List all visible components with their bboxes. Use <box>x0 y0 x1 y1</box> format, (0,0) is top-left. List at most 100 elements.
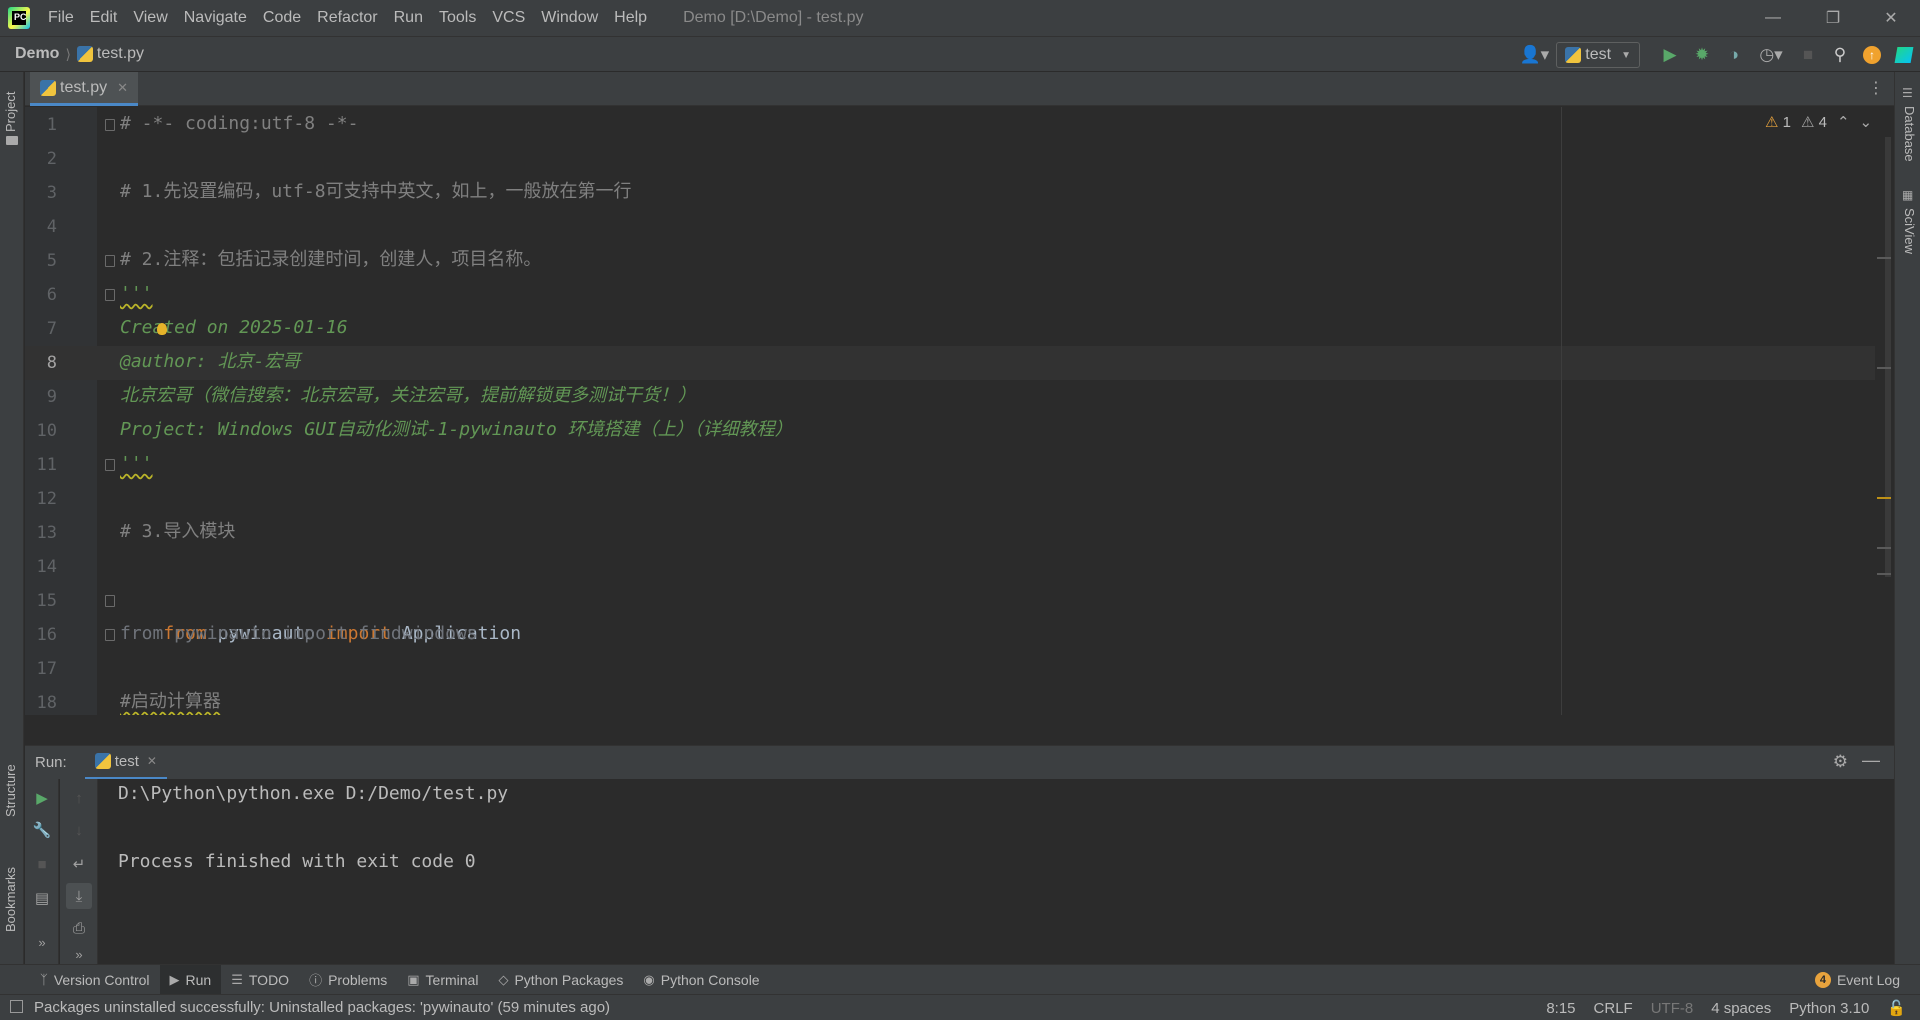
fold-marker-icon[interactable] <box>105 629 115 641</box>
menu-run[interactable]: Run <box>386 0 431 36</box>
toggle-tool-windows-icon[interactable] <box>10 1000 23 1013</box>
sciview-tool-button[interactable]: SciView <box>1902 208 1917 254</box>
down-arrow-icon[interactable]: ↓ <box>66 817 92 843</box>
jetbrains-toolbox-icon[interactable] <box>1888 39 1920 71</box>
layout-icon[interactable]: ▤ <box>29 885 55 911</box>
stripe-marker[interactable] <box>1877 573 1891 575</box>
profile-icon[interactable]: ◷▾ <box>1750 39 1792 71</box>
line-number: 4 <box>46 217 57 237</box>
breadcrumb-file[interactable]: test.py <box>76 45 145 63</box>
menu-file[interactable]: File <box>40 0 82 36</box>
wrench-icon[interactable]: 🔧 <box>29 817 55 843</box>
problems-tool-button[interactable]: ⓘ Problems <box>299 965 397 995</box>
stripe-marker-warning[interactable] <box>1877 497 1891 499</box>
fold-marker-icon[interactable] <box>105 119 115 131</box>
more-vertical-icon[interactable]: ⋮ <box>1868 78 1884 98</box>
fold-marker-icon[interactable] <box>105 459 115 471</box>
menu-navigate[interactable]: Navigate <box>176 0 255 36</box>
stripe-marker[interactable] <box>1877 547 1891 549</box>
caret-position[interactable]: 8:15 <box>1546 1000 1575 1017</box>
stop-icon[interactable]: ■ <box>29 851 55 877</box>
code-line: ''' <box>120 283 153 304</box>
menu-refactor[interactable]: Refactor <box>309 0 385 36</box>
soft-wrap-icon[interactable]: ↵ <box>66 851 92 877</box>
print-icon[interactable]: ⎙ <box>66 915 92 941</box>
code-editor[interactable]: 1 2 3 4 5 6 7 8 9 10 11 12 13 14 15 16 1… <box>25 107 1894 715</box>
version-control-tool-button[interactable]: ᛉ Version Control <box>30 965 160 995</box>
intention-bulb-icon[interactable] <box>157 323 167 335</box>
python-console-tool-button[interactable]: ◉ Python Console <box>633 965 769 995</box>
project-tool-button[interactable]: Project <box>3 92 18 132</box>
indent-setting[interactable]: 4 spaces <box>1711 1000 1771 1017</box>
run-icon[interactable]: ▶ <box>1654 39 1686 71</box>
tool-label: Python Packages <box>514 971 624 988</box>
fold-marker-icon[interactable] <box>105 289 115 301</box>
breadcrumb-project[interactable]: Demo <box>15 45 59 63</box>
tab-close-icon[interactable]: ✕ <box>117 80 128 96</box>
error-count[interactable]: ⚠ 1 <box>1765 113 1791 131</box>
debug-icon[interactable]: ✹ <box>1686 39 1718 71</box>
run-configuration-select[interactable]: test ▼ <box>1556 42 1640 68</box>
line-number: 12 <box>36 489 57 509</box>
line-number: 3 <box>46 183 57 203</box>
update-icon[interactable]: ↑ <box>1856 39 1888 71</box>
menu-code[interactable]: Code <box>255 0 309 36</box>
error-stripe[interactable] <box>1877 137 1891 577</box>
bookmarks-tool-button[interactable]: Bookmarks <box>3 867 18 932</box>
run-console[interactable]: D:\Python\python.exe D:/Demo/test.py Pro… <box>98 779 1894 964</box>
fold-marker-icon[interactable] <box>105 595 115 607</box>
line-number: 11 <box>36 455 57 475</box>
previous-highlight-icon[interactable]: ⌃ <box>1837 113 1850 131</box>
run-tool-button[interactable]: ▶ Run <box>159 964 222 995</box>
scrollbar-thumb[interactable] <box>1885 137 1891 577</box>
up-arrow-icon[interactable]: ↑ <box>66 785 92 811</box>
rerun-icon[interactable]: ▶ <box>29 785 55 811</box>
warning-icon: ⚠ <box>1800 114 1815 131</box>
minimize-icon[interactable]: — <box>1750 0 1796 36</box>
code-line: 北京宏哥（微信搜索：北京宏哥，关注宏哥，提前解锁更多测试干货！） <box>120 385 696 406</box>
tab-test-py[interactable]: test.py ✕ <box>30 72 139 106</box>
status-message[interactable]: Packages uninstalled successfully: Unins… <box>34 999 610 1016</box>
search-icon[interactable]: ⚲ <box>1824 39 1856 71</box>
structure-tool-button[interactable]: Structure <box>3 764 18 817</box>
stripe-marker[interactable] <box>1877 257 1891 259</box>
lock-icon[interactable]: 🔓 <box>1887 999 1906 1017</box>
tool-window-bar: ᛉ Version Control ▶ Run ☰ TODO ⓘ Problem… <box>0 964 1920 995</box>
event-log-tool-button[interactable]: 4 Event Log <box>1814 965 1900 995</box>
todo-tool-button[interactable]: ☰ TODO <box>221 965 299 995</box>
pycharm-logo-icon: PC <box>8 7 30 29</box>
menu-help[interactable]: Help <box>606 0 655 36</box>
close-icon[interactable]: ✕ <box>1868 0 1914 36</box>
stripe-marker[interactable] <box>1877 367 1891 369</box>
run-tab-close-icon[interactable]: ✕ <box>147 754 157 768</box>
next-highlight-icon[interactable]: ⌄ <box>1860 113 1873 131</box>
gear-icon[interactable]: ⚙ <box>1833 752 1848 772</box>
breadcrumb-file-label: test.py <box>96 45 145 62</box>
python-packages-tool-button[interactable]: ◇ Python Packages <box>488 965 633 995</box>
dropdown-arrow-icon: ▼ <box>1621 49 1631 61</box>
more-icon[interactable]: » <box>29 929 55 955</box>
menu-view[interactable]: View <box>125 0 175 36</box>
hide-panel-icon[interactable]: — <box>1862 750 1880 771</box>
menu-edit[interactable]: Edit <box>82 0 126 36</box>
menu-vcs[interactable]: VCS <box>484 0 533 36</box>
info-icon: ⓘ <box>309 973 323 988</box>
user-icon[interactable]: 👤▾ <box>1512 39 1556 71</box>
stop-icon[interactable]: ■ <box>1792 39 1824 71</box>
terminal-icon: ▣ <box>407 971 420 987</box>
line-separator[interactable]: CRLF <box>1594 1000 1633 1017</box>
warning-count[interactable]: ⚠ 4 <box>1801 113 1827 131</box>
run-tab-test[interactable]: test ✕ <box>84 746 167 780</box>
restore-icon[interactable]: ❐ <box>1810 0 1856 36</box>
terminal-tool-button[interactable]: ▣ Terminal <box>397 965 488 995</box>
file-encoding[interactable]: UTF-8 <box>1651 1000 1694 1017</box>
code-line: ''' <box>120 453 153 474</box>
menu-tools[interactable]: Tools <box>431 0 484 36</box>
inspection-widget[interactable]: ⚠ 1 ⚠ 4 ⌃ ⌄ <box>1765 113 1872 131</box>
scroll-to-end-icon[interactable]: ⤓ <box>66 883 92 909</box>
coverage-icon[interactable]: ◑ <box>1718 39 1750 71</box>
database-tool-button[interactable]: Database <box>1902 106 1917 162</box>
python-interpreter[interactable]: Python 3.10 <box>1789 1000 1869 1017</box>
menu-window[interactable]: Window <box>533 0 606 36</box>
fold-marker-icon[interactable] <box>105 255 115 267</box>
